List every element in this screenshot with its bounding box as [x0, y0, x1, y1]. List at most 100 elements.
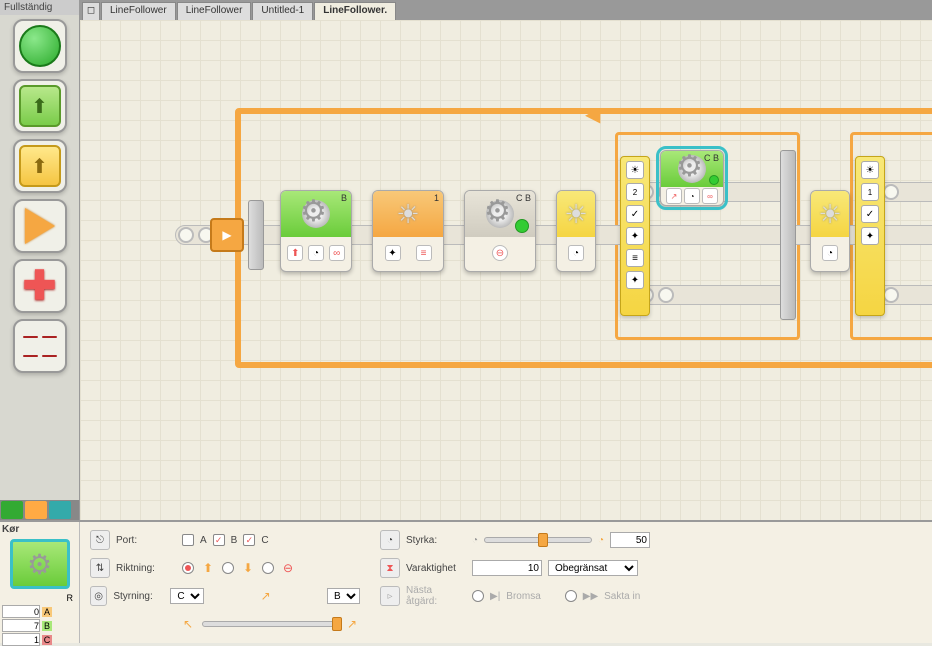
program-canvas[interactable]: ◀ B ⬆◔∞ 1 ✦≡ C B ⊖: [80, 20, 932, 520]
switch-block-1[interactable]: ☀ 2 ✓ ✦ ≡ ✦: [620, 156, 650, 316]
feedback-a-label: A: [42, 607, 52, 617]
switch-1-handle-right[interactable]: [780, 150, 796, 320]
palette-advanced-button[interactable]: [13, 319, 67, 373]
motor-block-b[interactable]: B ⬆◔∞: [280, 190, 352, 272]
switch-sensor-icon: ☀: [861, 161, 879, 179]
steer-right-icon: ↗: [344, 616, 360, 632]
port-label: C B: [704, 153, 719, 163]
port-label: 1: [434, 193, 439, 203]
duration-label-text: Varaktighet: [406, 563, 466, 574]
steering-label-text: Styrning:: [113, 591, 164, 602]
feedback-a-value[interactable]: [2, 605, 40, 618]
direction-icon: ⇅: [90, 558, 110, 578]
switch-opt-icon: ✦: [861, 227, 879, 245]
power-value-input[interactable]: [610, 532, 650, 548]
port-label: C B: [516, 193, 531, 203]
power-slider[interactable]: [484, 537, 592, 543]
duration-mode-select[interactable]: Obegränsat: [548, 560, 638, 576]
palette-tab-3[interactable]: [49, 501, 71, 519]
tab-close-all[interactable]: ◻: [82, 2, 100, 20]
port-b-checkbox[interactable]: [213, 534, 225, 546]
direction-back-radio[interactable]: [222, 562, 234, 574]
palette-mode-tabs: [0, 500, 79, 520]
duration-value-input[interactable]: [472, 560, 542, 576]
switch-port-label: 2: [626, 183, 644, 201]
arrow-down-icon: ⬇: [240, 560, 256, 576]
direction-stop-radio[interactable]: [262, 562, 274, 574]
steer-left-icon: ↖: [180, 616, 196, 632]
palette-title: Fullständig: [0, 0, 79, 15]
feedback-ports: A B C: [2, 605, 77, 646]
coast-icon: ▶▶: [583, 591, 598, 602]
steering-icon: ◎: [90, 586, 107, 606]
start-block[interactable]: [210, 218, 244, 252]
palette-sidebar: Fullständig: [0, 0, 80, 520]
tab-2[interactable]: Untitled-1: [252, 2, 313, 20]
config-power-row: ◔ Styrka: ◔ ◔: [380, 528, 650, 552]
tab-0[interactable]: LineFollower: [101, 2, 176, 20]
switch-port-label: 1: [861, 183, 879, 201]
feedback-b-label: B: [42, 621, 52, 631]
tab-1[interactable]: LineFollower: [177, 2, 252, 20]
config-direction-row: ⇅ Riktning: ⬆ ⬇ ⊖: [90, 556, 360, 580]
palette-common-button[interactable]: [13, 19, 67, 73]
switch-opt-icon: ✦: [626, 271, 644, 289]
duration-icon: ⧗: [380, 558, 400, 578]
light-sensor-block[interactable]: 1 ✦≡: [372, 190, 444, 272]
switch-sensor-icon: ☀: [626, 161, 644, 179]
loop-handle-left[interactable]: [248, 200, 264, 270]
direction-fwd-radio[interactable]: [182, 562, 194, 574]
feedback-c-value[interactable]: [2, 633, 40, 646]
steering-left-select[interactable]: C: [170, 588, 204, 604]
brake-radio[interactable]: [472, 590, 484, 602]
steering-slider[interactable]: [202, 621, 338, 627]
config-next-action-row: ▹ Nästa åtgärd: ▶|Bromsa ▶▶Sakta in: [380, 584, 650, 608]
config-title: Kør: [2, 524, 77, 535]
port-a-checkbox[interactable]: [182, 534, 194, 546]
move-block-selected[interactable]: C B ↗◔∞: [660, 150, 724, 206]
reset-label[interactable]: R: [2, 593, 77, 603]
switch-opt-icon: ✓: [626, 205, 644, 223]
config-panel: Kør R A B C ⎋ Port: A B C ◔ Styrka: ◔ ◔ …: [0, 520, 932, 643]
switch-block-2[interactable]: ☀ 1 ✓ ✦: [855, 156, 885, 316]
switch-opt-icon: ✓: [861, 205, 879, 223]
port-label-text: Port:: [116, 535, 176, 546]
next-action-label-text: Nästa åtgärd:: [406, 585, 466, 607]
light-icon: [816, 200, 844, 228]
port-icon: ⎋: [90, 530, 110, 550]
gear-icon: [302, 200, 330, 228]
move-block-cb[interactable]: C B ⊖: [464, 190, 536, 272]
config-steering-row: ◎ Styrning: C ↗ B: [90, 584, 360, 608]
tabs-bar: ◻ LineFollower LineFollower Untitled-1 L…: [80, 0, 932, 20]
config-block-preview: [10, 539, 70, 589]
light-icon: [562, 200, 590, 228]
light-icon: [394, 200, 422, 228]
arrow-up-icon: ⬆: [200, 560, 216, 576]
brake-icon: ▶|: [490, 591, 500, 602]
feedback-c-label: C: [42, 635, 52, 645]
port-c-checkbox[interactable]: [243, 534, 255, 546]
power-label-text: Styrka:: [406, 535, 466, 546]
gear-icon: [486, 200, 514, 228]
wait-block-2[interactable]: ◔: [810, 190, 850, 272]
palette-data-button[interactable]: [13, 259, 67, 313]
steering-right-select[interactable]: B: [327, 588, 360, 604]
config-preview-pane: Kør R A B C: [0, 522, 80, 643]
stop-icon: ⊖: [280, 560, 296, 576]
port-label: B: [341, 193, 347, 203]
coast-radio[interactable]: [565, 590, 577, 602]
wait-block[interactable]: ◔: [556, 190, 596, 272]
palette-action-button[interactable]: [13, 79, 67, 133]
power-icon: ◔: [380, 530, 400, 550]
switch-opt-icon: ✦: [626, 227, 644, 245]
config-steering-slider-row: ↖ ↗: [90, 612, 360, 636]
palette-flow-button[interactable]: [13, 199, 67, 253]
tab-3[interactable]: LineFollower.: [314, 2, 396, 20]
palette-sensor-button[interactable]: [13, 139, 67, 193]
palette-tab-1[interactable]: [1, 501, 23, 519]
palette-tab-2[interactable]: [25, 501, 47, 519]
config-port-row: ⎋ Port: A B C: [90, 528, 360, 552]
sequence-beam-s1-false: [635, 285, 795, 305]
config-duration-row: ⧗ Varaktighet Obegränsat: [380, 556, 650, 580]
feedback-b-value[interactable]: [2, 619, 40, 632]
